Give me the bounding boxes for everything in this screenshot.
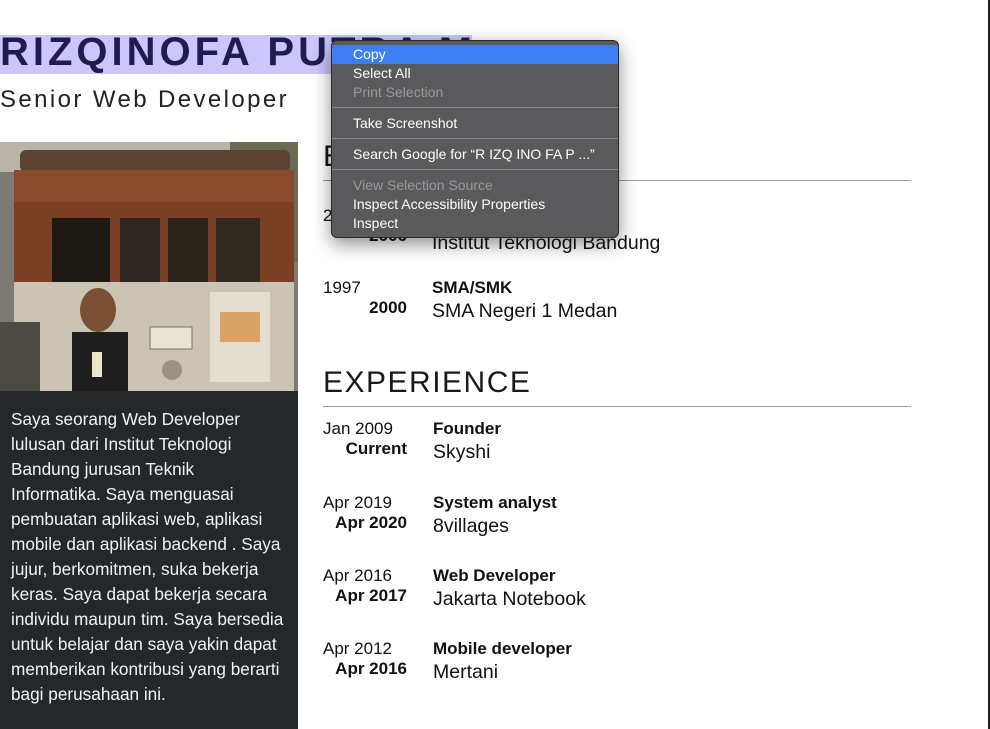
menu-item-search-google[interactable]: Search Google for “R IZQ INO FA P ...” <box>332 145 618 164</box>
education-item: 1997 2000 SMA/SMK SMA Negeri 1 Medan <box>323 278 911 326</box>
job-title: Senior Web Developer <box>0 86 290 113</box>
experience-divider <box>323 406 911 407</box>
experience-company: Skyshi <box>433 441 491 463</box>
profile-photo <box>0 142 298 391</box>
experience-company: 8villages <box>433 515 509 537</box>
experience-item: Apr 2012 Apr 2016 Mobile developer Merta… <box>323 639 911 687</box>
experience-role: Mobile developer <box>433 639 572 658</box>
menu-separator <box>332 138 618 139</box>
menu-separator <box>332 107 618 108</box>
experience-from: Apr 2016 <box>323 566 392 585</box>
about-section: Saya seorang Web Developer lulusan dari … <box>0 391 298 729</box>
experience-role: System analyst <box>433 493 557 512</box>
experience-role: Web Developer <box>433 566 556 585</box>
menu-item-inspect-accessibility[interactable]: Inspect Accessibility Properties <box>332 195 618 214</box>
menu-item-copy[interactable]: Copy <box>332 45 618 64</box>
education-from: 1997 <box>323 278 361 297</box>
experience-item: Apr 2019 Apr 2020 System analyst 8villag… <box>323 493 911 541</box>
menu-separator <box>332 169 618 170</box>
experience-to: Current <box>345 439 407 458</box>
menu-item-inspect[interactable]: Inspect <box>332 214 618 233</box>
menu-item-view-selection-source: View Selection Source <box>353 177 493 193</box>
experience-to: Apr 2017 <box>335 586 407 605</box>
education-to: 2000 <box>369 298 407 317</box>
experience-item: Apr 2016 Apr 2017 Web Developer Jakarta … <box>323 566 911 614</box>
menu-item-take-screenshot[interactable]: Take Screenshot <box>332 114 618 133</box>
context-menu: Copy Select All Print Selection Take Scr… <box>331 40 619 238</box>
experience-company: Jakarta Notebook <box>433 588 586 610</box>
experience-from: Jan 2009 <box>323 419 393 438</box>
education-level: SMA/SMK <box>432 278 513 297</box>
experience-company: Mertani <box>433 661 499 683</box>
about-text: Saya seorang Web Developer lulusan dari … <box>11 409 284 704</box>
experience-from: Apr 2019 <box>323 493 392 512</box>
menu-item-print-selection: Print Selection <box>353 84 444 100</box>
experience-to: Apr 2020 <box>335 513 407 532</box>
experience-to: Apr 2016 <box>335 659 407 678</box>
experience-title: EXPERIENCE <box>323 366 532 399</box>
experience-role: Founder <box>433 419 501 438</box>
menu-item-select-all[interactable]: Select All <box>332 64 618 83</box>
education-school: SMA Negeri 1 Medan <box>432 300 618 322</box>
experience-item: Jan 2009 Current Founder Skyshi <box>323 419 911 467</box>
experience-from: Apr 2012 <box>323 639 392 658</box>
